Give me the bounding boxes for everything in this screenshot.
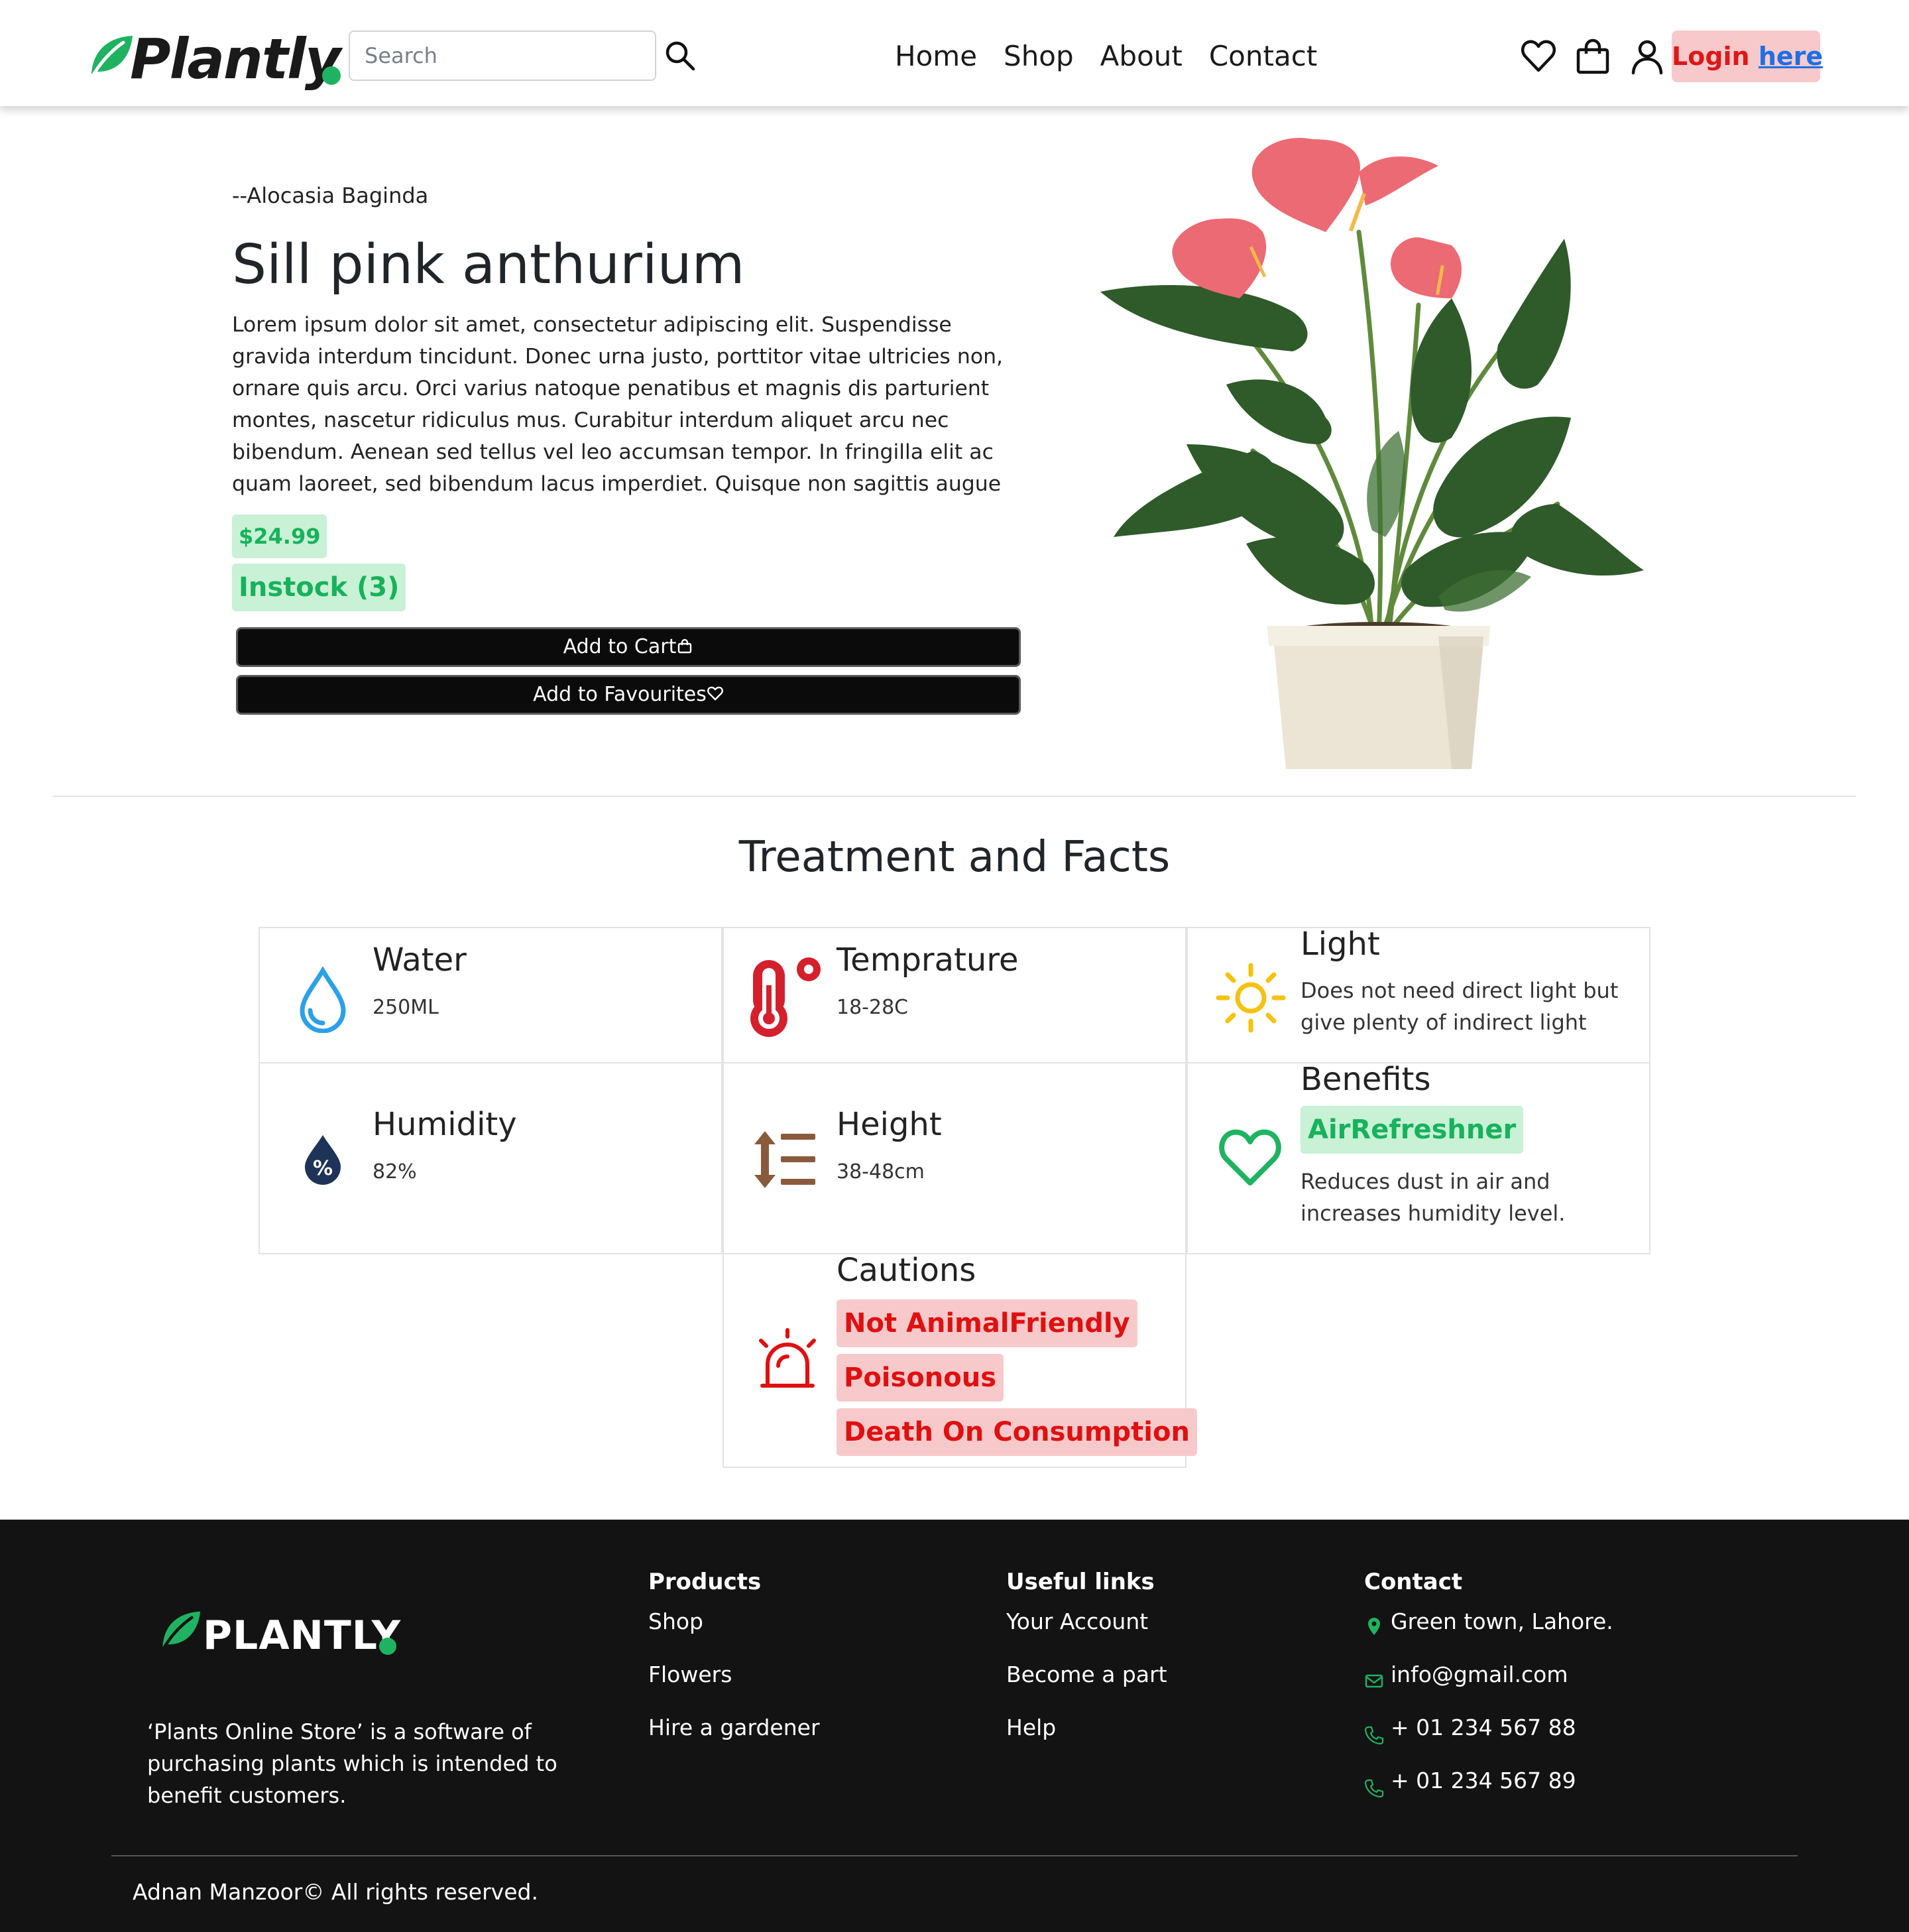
footer-logo[interactable]: PLANTLY — [203, 1612, 401, 1659]
benefit-tag: AirRefreshner — [1301, 1106, 1524, 1154]
footer: PLANTLY ‘Plants Online Store’ is a softw… — [0, 1520, 1909, 1932]
benefits-text: Reduces dust in air and increases humidi… — [1301, 1169, 1566, 1226]
footer-link-hire-gardener[interactable]: Hire a gardener — [648, 1715, 820, 1740]
login-label: Login — [1672, 42, 1750, 71]
footer-phone-1[interactable]: + 01 234 567 88 — [1391, 1715, 1576, 1740]
user-icon[interactable] — [1628, 37, 1666, 76]
add-to-cart-button[interactable]: Add to Cart — [236, 627, 1021, 667]
price-badge: $24.99 — [232, 514, 327, 558]
footer-email[interactable]: info@gmail.com — [1391, 1661, 1568, 1687]
leaf-icon — [91, 36, 133, 78]
caution-tag: Poisonous — [837, 1354, 1004, 1402]
product-subtitle: --Alocasia Baginda — [232, 183, 429, 208]
fact-water: Water 250ML — [259, 927, 723, 1063]
search-icon[interactable] — [663, 38, 697, 73]
footer-link-shop[interactable]: Shop — [648, 1608, 703, 1634]
heart-icon[interactable] — [1519, 37, 1558, 76]
bag-icon — [678, 638, 692, 654]
navbar: Plantly Home Shop About Contact Login he… — [0, 0, 1909, 106]
login-button[interactable]: Login here — [1672, 30, 1823, 82]
login-here-link[interactable]: here — [1759, 42, 1823, 71]
phone-icon — [1364, 1779, 1384, 1798]
copyright: Adnan Manzoor© All rights reserved. — [133, 1879, 538, 1905]
product-description: Lorem ipsum dolor sit amet, consectetur … — [232, 313, 1004, 496]
svg-text:%: % — [313, 1157, 333, 1180]
fact-temperature: Temprature 18-28C — [723, 927, 1186, 1063]
plant-image — [1100, 138, 1644, 769]
location-pin-icon — [1368, 1618, 1380, 1635]
thermometer-icon — [750, 957, 821, 1037]
nav-home[interactable]: Home — [895, 34, 977, 78]
nav-contact[interactable]: Contact — [1209, 34, 1317, 78]
heart-icon — [707, 686, 723, 701]
water-label: Water — [373, 941, 467, 979]
product-title: Sill pink anthurium — [232, 233, 745, 296]
leaf-icon — [162, 1611, 201, 1650]
height-label: Height — [837, 1106, 942, 1143]
brand-dot — [322, 66, 341, 85]
footer-phone-2[interactable]: + 01 234 567 89 — [1391, 1768, 1576, 1793]
fact-light: Light Does not need direct light but giv… — [1186, 926, 1650, 1063]
section-divider — [53, 796, 1856, 797]
fact-humidity: % Humidity 82% — [259, 1062, 723, 1254]
height-icon — [754, 1131, 815, 1188]
footer-heading-contact: Contact — [1364, 1569, 1463, 1595]
footer-address: Green town, Lahore. — [1391, 1608, 1613, 1634]
humidity-value: 82% — [373, 1160, 417, 1183]
nav-about[interactable]: About — [1100, 34, 1183, 78]
mail-icon — [1365, 1674, 1383, 1688]
add-to-favourites-button[interactable]: Add to Favourites — [236, 675, 1021, 715]
search-input[interactable] — [349, 30, 656, 81]
add-to-favourites-label: Add to Favourites — [533, 683, 707, 706]
caution-tag: Not AnimalFriendly — [837, 1299, 1137, 1347]
footer-divider — [111, 1855, 1798, 1856]
fact-cautions: Cautions Not AnimalFriendly Poisonous De… — [723, 1252, 1197, 1468]
height-value: 38-48cm — [837, 1160, 925, 1183]
footer-about: ‘Plants Online Store’ is a software of p… — [147, 1719, 557, 1808]
heart-icon — [1219, 1129, 1281, 1185]
stock-badge: Instock (3) — [232, 564, 406, 611]
caution-tag: Death On Consumption — [837, 1408, 1197, 1456]
footer-link-your-account[interactable]: Your Account — [1006, 1608, 1148, 1634]
add-to-cart-label: Add to Cart — [563, 635, 677, 658]
cautions-label: Cautions — [837, 1252, 976, 1289]
sun-icon — [1216, 963, 1286, 1033]
footer-heading-products: Products — [648, 1569, 762, 1595]
shopping-bag-icon[interactable] — [1574, 37, 1612, 76]
facts-title: Treatment and Facts — [738, 833, 1171, 882]
footer-link-flowers[interactable]: Flowers — [648, 1661, 732, 1687]
water-drop-icon — [300, 967, 346, 1033]
fact-benefits: Benefits AirRefreshner Reduces dust in a… — [1186, 1061, 1650, 1254]
humidity-drop-icon: % — [305, 1135, 341, 1185]
footer-link-become-part[interactable]: Become a part — [1006, 1661, 1167, 1687]
footer-heading-useful-links: Useful links — [1006, 1569, 1155, 1595]
light-value: Does not need direct light but give plen… — [1301, 978, 1619, 1035]
footer-link-help[interactable]: Help — [1006, 1715, 1056, 1740]
fact-height: Height 38-48cm — [723, 1062, 1186, 1254]
alarm-icon — [759, 1328, 816, 1388]
temperature-value: 18-28C — [837, 996, 909, 1019]
water-value: 250ML — [373, 996, 439, 1019]
nav-shop[interactable]: Shop — [1004, 34, 1074, 78]
footer-logo-dot — [379, 1638, 396, 1655]
brand-name: Plantly — [130, 27, 341, 91]
main-nav: Home Shop About Contact — [895, 34, 1344, 78]
humidity-label: Humidity — [373, 1106, 517, 1143]
benefits-label: Benefits — [1301, 1061, 1431, 1098]
phone-icon — [1364, 1726, 1384, 1745]
light-label: Light — [1301, 926, 1380, 963]
temperature-label: Temprature — [837, 941, 1019, 979]
